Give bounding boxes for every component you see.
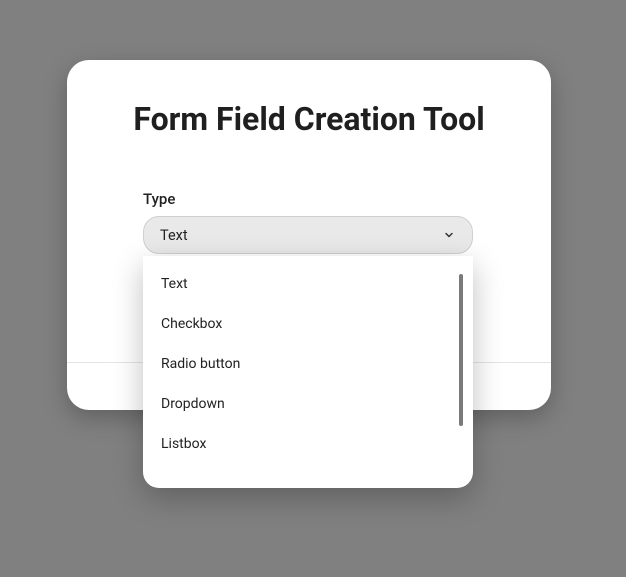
type-select[interactable]: Text [143, 216, 473, 254]
option-checkbox[interactable]: Checkbox [143, 304, 473, 344]
option-listbox[interactable]: Listbox [143, 424, 473, 464]
dropdown-scrollbar[interactable] [459, 274, 463, 426]
type-select-value: Text [160, 227, 188, 244]
type-label: Type [143, 190, 475, 208]
option-dropdown[interactable]: Dropdown [143, 384, 473, 424]
type-select-wrap: Text Text Checkbox Radio button Dropdown… [143, 216, 475, 254]
page-title: Form Field Creation Tool [67, 100, 551, 138]
option-radio-button[interactable]: Radio button [143, 344, 473, 384]
form-field-creation-modal: Form Field Creation Tool Type Text Text … [67, 60, 551, 410]
type-dropdown-inner: Text Checkbox Radio button Dropdown List… [143, 264, 473, 480]
type-dropdown-panel: Text Checkbox Radio button Dropdown List… [143, 256, 473, 488]
modal-body: Type Text Text Checkbox Radio button Dro… [67, 190, 551, 254]
option-text[interactable]: Text [143, 264, 473, 304]
type-dropdown-list: Text Checkbox Radio button Dropdown List… [143, 264, 473, 480]
chevron-down-icon [442, 228, 456, 242]
